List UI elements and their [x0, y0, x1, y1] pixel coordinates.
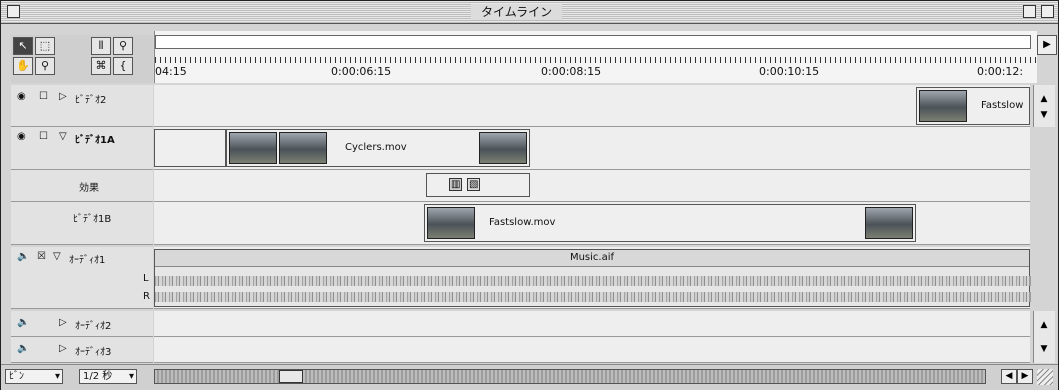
clip-title-bar: Music.aif — [155, 250, 1029, 267]
scroll-left-arrow-icon[interactable]: ◀ — [1001, 369, 1017, 384]
clip-previous[interactable] — [154, 129, 226, 167]
track-label: 効果 — [79, 183, 99, 194]
track-audio3[interactable] — [154, 337, 1030, 363]
track-header-video2[interactable]: ◉ ☐ ▷ ﾋﾞﾃﾞｵ2 — [11, 85, 153, 127]
track-header-audio3[interactable]: 🔈 ▷ ｵｰﾃﾞｨｵ3 — [11, 337, 153, 363]
window-title: タイムライン — [471, 4, 563, 20]
expand-triangle-icon[interactable]: ▷ — [59, 317, 67, 328]
ruler-menu-arrow-icon[interactable]: ▶ — [1037, 35, 1057, 55]
track-transition[interactable]: ▥ ▧ — [154, 170, 1030, 202]
bin-select[interactable]: ﾋﾞﾝ ▾ — [5, 369, 63, 384]
horizontal-scrollbar[interactable] — [154, 369, 986, 384]
bottom-bar: ﾋﾞﾝ ▾ 1/2 秒 ▾ ◀ ▶ — [1, 364, 1058, 390]
selection-tool-icon[interactable]: ↖ — [13, 37, 33, 55]
zoom-select-value: 1/2 秒 — [83, 371, 113, 382]
work-area-bar[interactable] — [155, 35, 1031, 49]
track-label: ﾋﾞﾃﾞｵ1A — [75, 135, 115, 146]
bin-select-value: ﾋﾞﾝ — [9, 371, 24, 382]
track-header-audio2[interactable]: 🔈 ▷ ｵｰﾃﾞｨｵ2 — [11, 311, 153, 337]
track-video1a[interactable]: Cyclers.mov — [154, 127, 1030, 170]
timecode-label: 0:00:08:15 — [541, 65, 602, 78]
speaker-icon[interactable]: 🔈 — [17, 251, 29, 262]
track-label: ｵｰﾃﾞｨｵ3 — [75, 347, 112, 358]
clip-label: Fastslow.mov — [489, 217, 556, 228]
scroll-right-arrow-icon[interactable]: ▶ — [1017, 369, 1033, 384]
clip-thumbnail — [919, 90, 967, 122]
track-header-transition: 効果 — [11, 170, 153, 202]
scroll-down-arrow-icon[interactable]: ▼ — [1037, 343, 1051, 355]
channel-label-left: L — [143, 273, 149, 284]
clip-label: Cyclers.mov — [345, 142, 407, 153]
clip-music[interactable]: Music.aif — [154, 249, 1031, 307]
transition-direction-icon[interactable]: ▧ — [467, 178, 481, 191]
razor-tool-icon[interactable]: ⦀ — [91, 37, 111, 55]
zoom-box-icon[interactable] — [1023, 5, 1036, 18]
waveform-left — [155, 276, 1031, 286]
title-bar[interactable]: タイムライン — [1, 1, 1058, 24]
expand-triangle-icon[interactable]: ▷ — [59, 91, 67, 102]
zoom-select[interactable]: 1/2 秒 ▾ — [79, 369, 137, 384]
scroll-up-arrow-icon[interactable]: ▲ — [1037, 93, 1051, 105]
timeline-window: タイムライン ↖ ⬚ ⦀ ⚲ ✋ ⚲ ⌘ { 04:15 0:00:06:15 … — [0, 0, 1059, 390]
lock-box-icon[interactable]: ☐ — [39, 91, 48, 102]
collapse-triangle-icon[interactable]: ▽ — [53, 251, 61, 262]
speaker-icon[interactable]: 🔈 — [17, 317, 29, 328]
clip-thumbnail — [279, 132, 327, 164]
channel-label-right: R — [143, 291, 150, 302]
toolbox: ↖ ⬚ ⦀ ⚲ ✋ ⚲ ⌘ { — [11, 35, 153, 83]
range-select-tool-icon[interactable]: ⬚ — [35, 37, 55, 55]
cross-tool-icon[interactable]: ⌘ — [91, 57, 111, 75]
transition-clip[interactable]: ▥ ▧ — [426, 173, 530, 197]
collapse-box-icon[interactable] — [1041, 5, 1054, 18]
in-out-tool-icon[interactable]: { — [113, 57, 133, 75]
timecode-label: 0:00:12: — [977, 65, 1024, 78]
scroll-up-arrow-icon[interactable]: ▲ — [1037, 319, 1051, 331]
scroll-thumb[interactable] — [279, 370, 303, 383]
track-video1b[interactable]: Fastslow.mov — [154, 202, 1030, 245]
track-label: ｵｰﾃﾞｨｵ2 — [75, 321, 112, 332]
track-header-video1a[interactable]: ◉ ☐ ▽ ﾋﾞﾃﾞｵ1A — [11, 127, 153, 170]
clip-thumbnail — [865, 207, 913, 239]
link-tool-icon[interactable]: ⚲ — [113, 37, 133, 55]
timecode-label: 0:00:06:15 — [331, 65, 392, 78]
track-label: ﾋﾞﾃﾞｵ1B — [73, 214, 112, 225]
clip-thumbnail — [229, 132, 277, 164]
clip-label: Fastslow — [981, 100, 1024, 111]
speaker-icon[interactable]: 🔈 — [17, 343, 29, 354]
scroll-down-arrow-icon[interactable]: ▼ — [1037, 109, 1051, 121]
resize-grip-icon[interactable] — [1037, 369, 1053, 385]
dropdown-arrow-icon: ▾ — [128, 371, 134, 382]
track-header-audio1[interactable]: 🔈 ☒ ▽ ｵｰﾃﾞｨｵ1 L R — [11, 247, 153, 309]
zoom-tool-icon[interactable]: ⚲ — [35, 57, 55, 75]
hand-tool-icon[interactable]: ✋ — [13, 57, 33, 75]
collapse-triangle-icon[interactable]: ▽ — [59, 131, 67, 142]
clip-cyclers[interactable]: Cyclers.mov — [226, 129, 530, 167]
track-video2[interactable]: Fastslow — [154, 85, 1030, 127]
clip-label: Music.aif — [569, 252, 615, 263]
audio-scrollbar[interactable]: ▲ ▼ — [1033, 311, 1055, 363]
transition-track-icon[interactable]: ▥ — [449, 178, 463, 191]
video-scrollbar[interactable]: ▲ ▼ — [1033, 85, 1055, 127]
expand-triangle-icon[interactable]: ▷ — [59, 343, 67, 354]
clip-fastslow[interactable]: Fastslow — [916, 87, 1030, 125]
close-box-icon[interactable] — [7, 5, 20, 18]
clip-fastslow-mov[interactable]: Fastslow.mov — [424, 204, 916, 242]
eye-icon[interactable]: ◉ — [17, 131, 26, 142]
waveform-right — [155, 292, 1031, 302]
eye-icon[interactable]: ◉ — [17, 91, 26, 102]
lock-box-icon[interactable]: ☒ — [37, 251, 46, 262]
track-audio2[interactable] — [154, 311, 1030, 337]
track-label: ｵｰﾃﾞｨｵ1 — [69, 255, 106, 266]
clip-thumbnail — [479, 132, 527, 164]
track-label: ﾋﾞﾃﾞｵ2 — [75, 95, 107, 106]
ruler-ticks — [155, 57, 1037, 63]
timecode-label: 0:00:10:15 — [759, 65, 820, 78]
track-audio1[interactable]: Music.aif — [154, 247, 1031, 309]
lock-box-icon[interactable]: ☐ — [39, 131, 48, 142]
dropdown-arrow-icon: ▾ — [54, 371, 60, 382]
clip-thumbnail — [427, 207, 475, 239]
time-ruler[interactable]: 04:15 0:00:06:15 0:00:08:15 0:00:10:15 0… — [154, 31, 1037, 83]
track-header-video1b: ﾋﾞﾃﾞｵ1B — [11, 202, 153, 245]
timecode-label: 04:15 — [155, 65, 187, 78]
